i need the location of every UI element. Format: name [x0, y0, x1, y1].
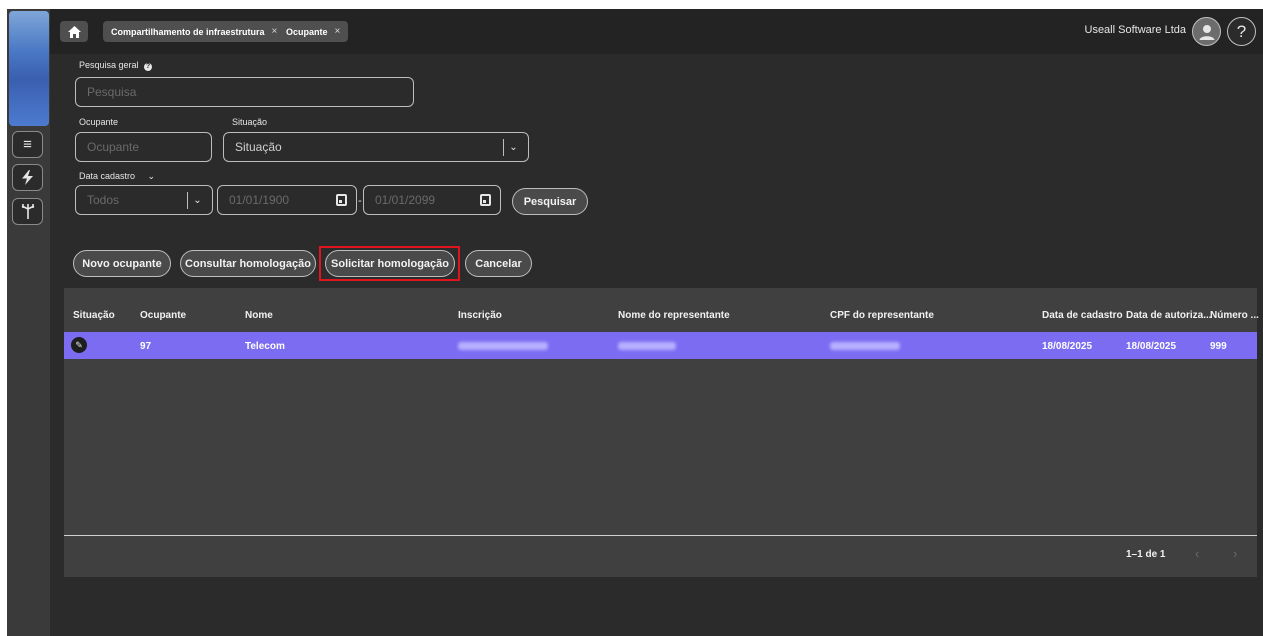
- next-page-icon[interactable]: ›: [1233, 546, 1237, 561]
- cell-occupant: 97: [140, 341, 152, 352]
- date-from-value: 01/01/1900: [229, 193, 290, 207]
- tab-label: Compartilhamento de infraestrutura: [111, 26, 265, 37]
- user-avatar-button[interactable]: [1192, 17, 1221, 46]
- column-header[interactable]: Número ...: [1210, 310, 1259, 321]
- date-to-value: 01/01/2099: [375, 193, 436, 207]
- sidebar: ≡: [7, 9, 50, 636]
- logo: [9, 11, 49, 126]
- column-header[interactable]: Data de autoriza...: [1126, 310, 1212, 321]
- home-icon: [67, 25, 81, 38]
- column-header[interactable]: Inscrição: [458, 310, 502, 321]
- help-icon: ?: [1236, 21, 1247, 41]
- highlight-box: [319, 246, 460, 281]
- top-bar: Compartilhamento de infraestrutura × Ocu…: [50, 9, 1263, 54]
- search-button[interactable]: Pesquisar: [512, 188, 588, 215]
- cell-authorization-date: 18/08/2025: [1126, 341, 1177, 352]
- grid-divider: [64, 535, 1257, 536]
- consult-homologation-button[interactable]: Consultar homologação: [180, 250, 316, 277]
- new-occupant-button[interactable]: Novo ocupante: [73, 250, 171, 277]
- close-icon[interactable]: ×: [335, 26, 341, 37]
- chevron-down-icon: ⌄: [147, 171, 156, 181]
- cancel-button[interactable]: Cancelar: [465, 250, 532, 277]
- chevron-down-icon[interactable]: ⌄: [503, 139, 523, 156]
- column-header[interactable]: Ocupante: [140, 310, 186, 321]
- period-select-value: Todos: [87, 193, 120, 207]
- tab-ocupante[interactable]: Ocupante ×: [278, 21, 349, 42]
- status-select-value: Situação: [235, 140, 282, 154]
- date-separator: -: [358, 195, 362, 207]
- cell-registration-date: 18/08/2025: [1042, 341, 1093, 352]
- column-header[interactable]: Nome do representante: [618, 310, 730, 321]
- chevron-down-icon[interactable]: ⌄: [187, 192, 207, 209]
- table-row[interactable]: ✎ 97 Telecom 18/08/2025 18/08/2025 999: [64, 332, 1257, 359]
- menu-icon[interactable]: ≡: [12, 131, 43, 158]
- occupant-field[interactable]: [87, 140, 211, 154]
- cell-number: 999: [1210, 341, 1227, 352]
- occupant-label: Ocupante: [79, 117, 119, 127]
- user-icon: [1199, 24, 1214, 40]
- prev-page-icon[interactable]: ‹: [1195, 546, 1199, 561]
- edit-icon[interactable]: ✎: [71, 337, 87, 353]
- date-type-select[interactable]: Data cadastro ⌄: [79, 171, 155, 182]
- lightning-icon[interactable]: [12, 164, 43, 191]
- info-icon: ?: [144, 63, 153, 71]
- redacted-representative-cpf: [830, 342, 900, 350]
- app-window: ≡ Compartilhamento de infraestrutura × O…: [7, 9, 1263, 636]
- column-header[interactable]: CPF do representante: [830, 310, 934, 321]
- general-search-field[interactable]: [87, 85, 413, 99]
- calendar-icon[interactable]: [480, 194, 491, 206]
- close-icon[interactable]: ×: [272, 26, 278, 37]
- redacted-representative-name: [618, 342, 676, 350]
- general-search-input[interactable]: [75, 77, 414, 107]
- date-from-input[interactable]: 01/01/1900: [217, 185, 357, 215]
- help-button[interactable]: ?: [1227, 17, 1256, 46]
- tab-label: Ocupante: [286, 26, 328, 37]
- company-name: Useall Software Ltda: [1084, 24, 1187, 36]
- home-button[interactable]: [60, 21, 88, 42]
- column-header[interactable]: Data de cadastro: [1042, 310, 1123, 321]
- status-label: Situação: [232, 117, 268, 127]
- tab-compartilhamento[interactable]: Compartilhamento de infraestrutura ×: [103, 21, 286, 42]
- general-search-label: Pesquisa geral ?: [79, 60, 153, 71]
- date-to-input[interactable]: 01/01/2099: [363, 185, 501, 215]
- pagination-info: 1–1 de 1: [1126, 549, 1166, 560]
- data-grid: Situação Ocupante Nome Inscrição Nome do…: [64, 288, 1259, 577]
- occupant-input[interactable]: [75, 132, 212, 162]
- column-header[interactable]: Nome: [245, 310, 273, 321]
- column-header[interactable]: Situação: [73, 310, 115, 321]
- calendar-icon[interactable]: [336, 194, 347, 206]
- cell-name: Telecom: [245, 341, 285, 352]
- period-select[interactable]: Todos ⌄: [75, 185, 213, 215]
- antenna-icon[interactable]: [12, 198, 43, 225]
- redacted-registration: [458, 342, 548, 350]
- status-select[interactable]: Situação ⌄: [223, 132, 529, 162]
